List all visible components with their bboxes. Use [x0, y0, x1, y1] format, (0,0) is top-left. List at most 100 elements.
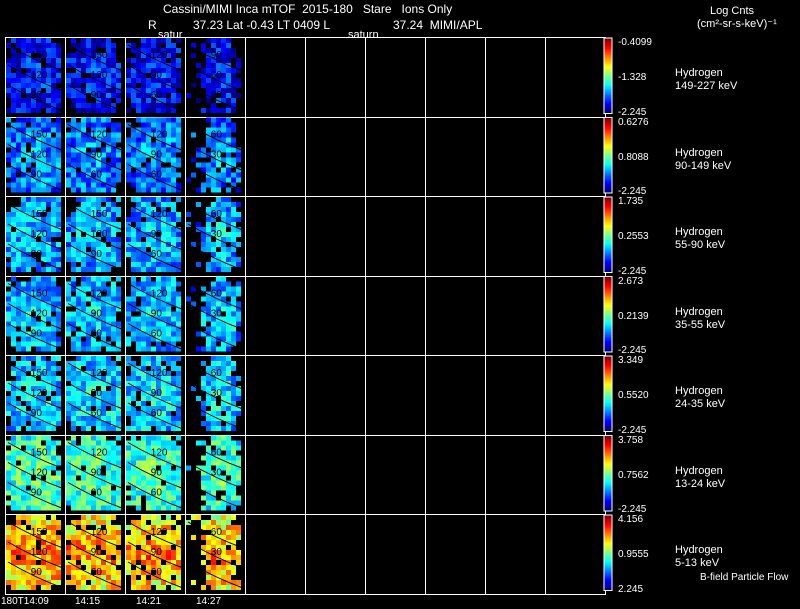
heatmap-pixel — [76, 122, 81, 128]
heatmap-pixel — [76, 470, 81, 476]
heatmap-pixel — [51, 122, 56, 128]
heatmap-pixel — [136, 142, 141, 148]
heatmap-pixel — [81, 440, 86, 446]
heatmap-pixel — [131, 296, 136, 302]
heatmap-pixel — [71, 157, 76, 163]
heatmap-pixel — [91, 103, 96, 108]
heatmap-pixel — [81, 197, 86, 202]
heatmap-pixel — [6, 237, 11, 242]
heatmap-pixel — [141, 177, 146, 183]
heatmap-pixel — [21, 341, 26, 347]
heatmap-pixel — [226, 68, 231, 73]
heatmap-pixel — [141, 257, 146, 262]
heatmap-pixel — [81, 182, 86, 188]
heatmap-pixel — [86, 356, 91, 361]
heatmap-pixel — [21, 540, 26, 545]
heatmap-pixel — [66, 78, 71, 83]
heatmap-pixel — [26, 267, 31, 272]
heatmap-pixel — [156, 187, 161, 193]
heatmap-pixel — [141, 460, 146, 466]
contour-label: 120 — [31, 388, 48, 399]
heatmap-pixel — [26, 38, 31, 43]
heatmap-pixel — [46, 177, 51, 183]
heatmap-pixel — [206, 222, 211, 227]
heatmap-pixel — [231, 291, 236, 297]
heatmap-pixel — [21, 346, 26, 352]
heatmap-pixel — [196, 262, 201, 267]
heatmap-pixel — [66, 316, 71, 322]
heatmap-pixel — [51, 520, 56, 525]
heatmap-pixel — [36, 276, 41, 282]
heatmap-pixel — [106, 152, 111, 158]
heatmap-pixel — [231, 386, 236, 391]
heatmap-pixel — [226, 331, 231, 337]
heatmap-pixel — [66, 217, 71, 222]
heatmap-pixel — [16, 426, 21, 431]
heatmap-pixel — [96, 321, 101, 327]
contour-label: 60 — [211, 448, 223, 459]
heatmap-pixel — [141, 440, 146, 446]
heatmap-pixel — [31, 401, 36, 406]
heatmap-pixel — [201, 480, 206, 486]
heatmap-pixel — [156, 262, 161, 267]
heatmap-pixel — [86, 381, 91, 386]
heatmap-pixel — [76, 391, 81, 396]
heatmap-pixel — [216, 262, 221, 267]
heatmap-pixel — [201, 316, 206, 322]
heatmap-pixel — [21, 122, 26, 128]
heatmap-pixel — [126, 545, 131, 550]
heatmap-pixel — [26, 182, 31, 188]
heatmap-pixel — [136, 426, 141, 431]
heatmap-pixel — [11, 212, 16, 217]
heatmap-pixel — [171, 227, 176, 232]
contour-label: 90 — [31, 90, 43, 101]
heatmap-pixel — [51, 98, 56, 103]
heatmap-pixel — [206, 63, 211, 68]
heatmap-pixel — [86, 38, 91, 43]
heatmap-pixel — [111, 505, 116, 511]
heatmap-pixel — [91, 321, 96, 327]
heatmap-pixel — [96, 83, 101, 88]
heatmap-pixel — [136, 291, 141, 297]
heatmap-pixel — [221, 38, 226, 43]
heatmap-pixel — [86, 426, 91, 431]
heatmap-pixel — [191, 580, 196, 585]
heatmap-pixel — [51, 177, 56, 183]
heatmap-pixel — [231, 286, 236, 292]
heatmap-pixel — [151, 540, 156, 545]
heatmap-pixel — [231, 53, 236, 58]
heatmap-pixel — [211, 585, 216, 590]
heatmap-pixel — [56, 137, 61, 143]
heatmap-pixel — [171, 311, 176, 317]
heatmap-pixel — [76, 291, 81, 297]
heatmap-pixel — [131, 152, 136, 158]
heatmap-pixel — [111, 565, 116, 570]
heatmap-pixel — [66, 570, 71, 575]
heatmap-pixel — [146, 321, 151, 327]
heatmap-pixel — [6, 68, 11, 73]
heatmap-pixel — [11, 276, 16, 282]
heatmap-pixel — [56, 103, 61, 108]
heatmap-pixel — [236, 560, 241, 565]
heatmap-pixel — [126, 311, 131, 317]
heatmap-pixel — [176, 575, 181, 580]
heatmap-pixel — [206, 341, 211, 347]
heatmap-pixel — [176, 500, 181, 506]
heatmap-pixel — [86, 267, 91, 272]
heatmap-pixel — [91, 435, 96, 441]
heatmap-pixel — [176, 93, 181, 98]
heatmap-pixel — [166, 391, 171, 396]
heatmap-pixel — [206, 460, 211, 466]
heatmap-pixel — [96, 520, 101, 525]
heatmap-pixel — [206, 142, 211, 148]
heatmap-pixel — [51, 515, 56, 520]
heatmap-pixel — [111, 406, 116, 411]
contour-label: 60 — [91, 488, 103, 499]
heatmap-pixel — [226, 257, 231, 262]
heatmap-pixel — [231, 525, 236, 530]
heatmap-pixel — [231, 48, 236, 53]
heatmap-pixel — [91, 381, 96, 386]
heatmap-pixel — [171, 520, 176, 525]
heatmap-pixel — [66, 167, 71, 173]
heatmap-pixel — [236, 495, 241, 501]
